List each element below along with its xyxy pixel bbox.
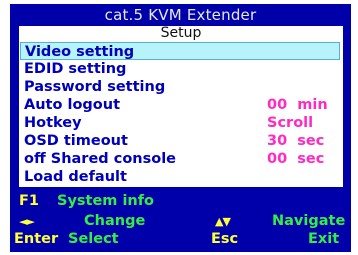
auto-logout-value: 00 min bbox=[267, 97, 328, 113]
f1-key-label: F1 bbox=[19, 193, 39, 209]
setup-menu-panel: Setup Video setting EDID setting Passwor… bbox=[19, 26, 343, 187]
enter-action-label: Select bbox=[68, 231, 119, 247]
esc-action-label: Exit bbox=[308, 231, 340, 247]
menu-item-label: Video setting bbox=[25, 44, 135, 60]
esc-key-label: Esc bbox=[211, 231, 239, 247]
osd-title: cat.5 KVM Extender bbox=[104, 6, 257, 24]
menu-item-label: EDID setting bbox=[24, 61, 127, 77]
menu-item-label: Load default bbox=[24, 169, 127, 185]
off-shared-console-value: 00 sec bbox=[267, 151, 325, 167]
ud-action-label: Navigate bbox=[272, 213, 346, 229]
menu-item-label: OSD timeout bbox=[24, 133, 128, 149]
menu-item-label: off Shared console bbox=[24, 151, 176, 167]
osd-window: cat.5 KVM Extender Setup Video setting E… bbox=[10, 4, 351, 252]
menu-subtitle: Setup bbox=[160, 26, 202, 41]
menu-item-label: Hotkey bbox=[24, 115, 82, 131]
f1-action-label: System info bbox=[57, 193, 155, 209]
hotkey-value: Scroll bbox=[267, 115, 314, 131]
menu-item-label: Password setting bbox=[24, 79, 166, 95]
lr-action-label: Change bbox=[84, 213, 146, 229]
osd-timeout-value: 30 sec bbox=[267, 133, 325, 149]
key-help-footer: F1 System info ◄► Change ▲▼ Navigate Ent… bbox=[10, 190, 351, 252]
menu-item-auto-logout[interactable]: Auto logout 00 min bbox=[19, 96, 343, 114]
menu-item-video-setting[interactable]: Video setting bbox=[20, 42, 340, 60]
menu-item-hotkey[interactable]: Hotkey Scroll bbox=[19, 114, 343, 132]
menu-item-osd-timeout[interactable]: OSD timeout 30 sec bbox=[19, 132, 343, 150]
menu-item-label: Auto logout bbox=[24, 97, 121, 113]
enter-key-label: Enter bbox=[14, 231, 59, 247]
menu-item-off-shared-console[interactable]: off Shared console 00 sec bbox=[19, 150, 343, 168]
up-down-arrows-icon: ▲▼ bbox=[215, 215, 231, 228]
left-right-arrows-icon: ◄► bbox=[19, 215, 35, 228]
